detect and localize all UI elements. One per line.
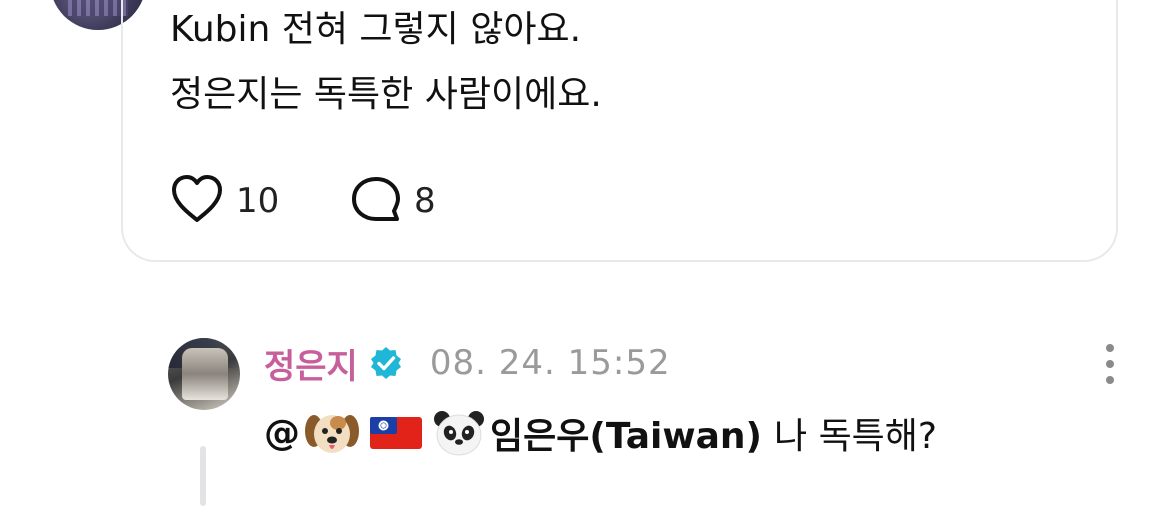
more-dot-icon (1106, 376, 1114, 384)
mention-name: 임은우(Taiwan) (490, 416, 762, 457)
reply-body: @ 임은우(Taiwan) 나 독특해? (264, 408, 937, 458)
reply-button[interactable]: 8 (350, 176, 436, 226)
reply-timestamp: 08. 24. 15:52 (429, 343, 671, 383)
more-dot-icon (1106, 360, 1114, 368)
parent-post-text-line-2: 정은지는 독특한 사람이에요. (170, 74, 602, 115)
panda-face-icon (432, 409, 486, 457)
speech-bubble-icon (350, 174, 402, 228)
user-mention[interactable]: @ 임은우(Taiwan) (264, 407, 762, 459)
reply-username[interactable]: 정은지 (264, 339, 358, 388)
reply-header: 정은지 08. 24. 15:52 (264, 339, 671, 388)
heart-icon (170, 174, 224, 228)
parent-post-text-line-1: Kubin 전혀 그렇지 않아요. (170, 9, 582, 50)
taiwan-flag-icon (368, 413, 424, 453)
like-count: 10 (236, 181, 280, 221)
reply-author-avatar[interactable] (168, 338, 240, 410)
more-dot-icon (1106, 344, 1114, 352)
more-options-button[interactable] (1098, 344, 1122, 384)
thread-connector-line (200, 446, 206, 506)
dog-face-icon (304, 409, 360, 457)
verified-badge-icon (368, 345, 404, 381)
reply-count: 8 (414, 181, 436, 221)
mention-at-sign: @ (264, 412, 300, 454)
reply-text: 나 독특해? (774, 416, 938, 457)
like-button[interactable]: 10 (170, 174, 280, 228)
